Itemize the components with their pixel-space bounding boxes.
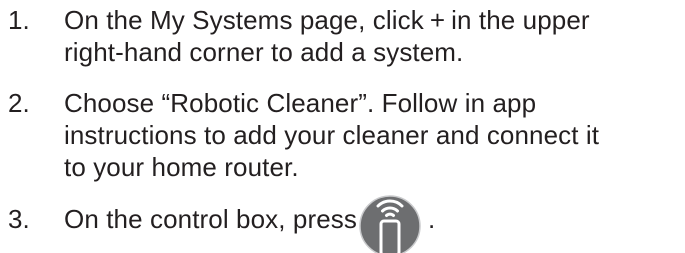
step-line: On the My Systems page, click + in the upp… [64, 4, 685, 36]
plus-icon: + [429, 5, 446, 35]
step-line: Choose “Robotic Cleaner”. Follow in app [64, 88, 537, 118]
step-3-period: . [428, 204, 436, 234]
step-line: instructions to add your cleaner and con… [64, 120, 600, 150]
step-text: On the My Systems page, click + in the upp… [64, 4, 685, 68]
step-line-text: in the upper [451, 5, 590, 35]
step-text: Choose “Robotic Cleaner”. Follow in app … [64, 87, 685, 183]
step-line-text: On the My Systems page, click [64, 5, 424, 35]
step-line: to your home router. [64, 152, 299, 182]
step-number: 3. [8, 204, 30, 234]
wifi-remote-icon [359, 190, 421, 253]
step-number: 2. [8, 88, 30, 118]
step-line: right-hand corner to add a system. [64, 37, 464, 67]
step-number: 1. [8, 5, 30, 35]
